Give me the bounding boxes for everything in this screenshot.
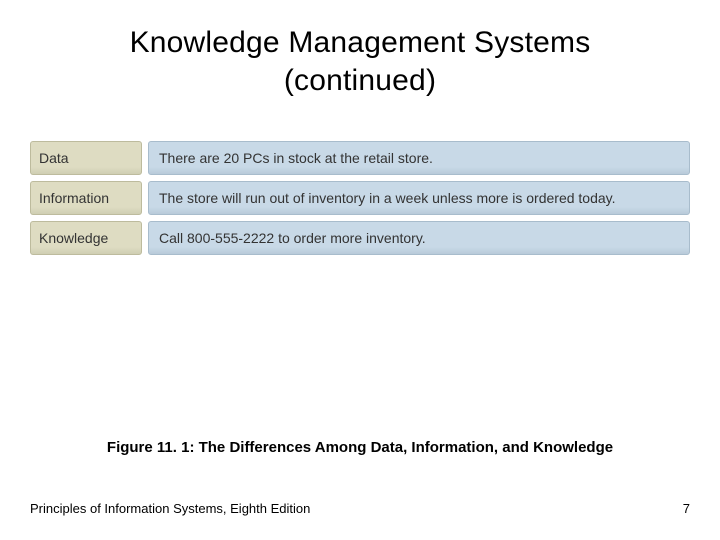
figure-caption: Figure 11. 1: The Differences Among Data… [0, 439, 720, 456]
table-row: Information The store will run out of in… [30, 181, 690, 215]
slide-footer: Principles of Information Systems, Eight… [30, 501, 690, 516]
row-label: Data [30, 141, 142, 175]
slide: Knowledge Management Systems (continued)… [0, 0, 720, 540]
concept-table: Data There are 20 PCs in stock at the re… [30, 141, 690, 255]
footer-source: Principles of Information Systems, Eight… [30, 501, 310, 516]
table-row: Data There are 20 PCs in stock at the re… [30, 141, 690, 175]
table-row: Knowledge Call 800-555-2222 to order mor… [30, 221, 690, 255]
row-value: There are 20 PCs in stock at the retail … [148, 141, 690, 175]
title-line-1: Knowledge Management Systems [130, 26, 591, 59]
title-line-2: (continued) [284, 64, 436, 97]
row-value: The store will run out of inventory in a… [148, 181, 690, 215]
slide-title: Knowledge Management Systems (continued) [30, 24, 690, 99]
row-label: Knowledge [30, 221, 142, 255]
row-value: Call 800-555-2222 to order more inventor… [148, 221, 690, 255]
page-number: 7 [683, 501, 690, 516]
row-label: Information [30, 181, 142, 215]
